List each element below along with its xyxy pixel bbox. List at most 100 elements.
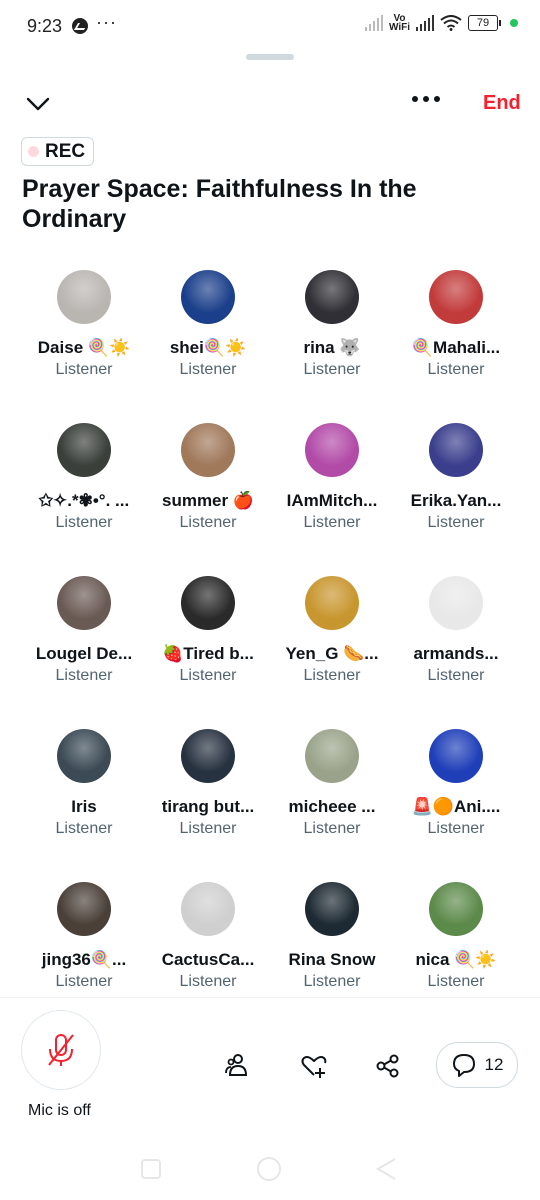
- participant-role: Listener: [55, 361, 113, 378]
- avatar[interactable]: [305, 576, 359, 630]
- participant-name: summer 🍎: [161, 491, 255, 510]
- avatar[interactable]: [181, 576, 235, 630]
- participant-card[interactable]: rina 🐺 Listener: [270, 270, 394, 379]
- avatar[interactable]: [305, 882, 359, 936]
- participant-card[interactable]: jing36🍭... Listener: [22, 882, 146, 991]
- mic-toggle-button[interactable]: [21, 1010, 101, 1090]
- participant-card[interactable]: 🍭Mahali... Listener: [394, 270, 518, 379]
- participant-role: Listener: [179, 514, 237, 531]
- avatar[interactable]: [181, 270, 235, 324]
- sheet-drag-handle[interactable]: [246, 54, 294, 60]
- battery-icon: 79: [468, 15, 501, 31]
- avatar[interactable]: [429, 729, 483, 783]
- participant-name: IAmMitch...: [286, 491, 378, 510]
- avatar[interactable]: [429, 882, 483, 936]
- avatar[interactable]: [181, 423, 235, 477]
- participant-card[interactable]: Erika.Yan... Listener: [394, 423, 518, 532]
- comment-bubble-icon: [452, 1054, 475, 1077]
- home-icon: [257, 1157, 281, 1181]
- avatar[interactable]: [57, 882, 111, 936]
- participant-card[interactable]: 🍓Tired b... Listener: [146, 576, 270, 685]
- participant-role: Listener: [427, 973, 485, 990]
- participant-role: Listener: [303, 514, 361, 531]
- chevron-down-icon[interactable]: [24, 90, 52, 118]
- participant-card[interactable]: CactusCa... Listener: [146, 882, 270, 991]
- participant-name: Daise 🍭☀️: [37, 338, 131, 357]
- participant-role: Listener: [427, 820, 485, 837]
- space-title: Prayer Space: Faithfulness In the Ordina…: [22, 175, 417, 233]
- avatar[interactable]: [305, 729, 359, 783]
- end-button[interactable]: End: [483, 92, 521, 115]
- more-notifications-icon: ···: [96, 12, 117, 32]
- green-indicator-dot: [510, 19, 518, 27]
- participant-name: armands...: [413, 644, 499, 663]
- heart-plus-icon[interactable]: [300, 1052, 328, 1080]
- participant-name: CactusCa...: [161, 950, 255, 969]
- avatar[interactable]: [57, 423, 111, 477]
- status-indicators: Vo WiFi 79: [364, 13, 518, 33]
- participant-role: Listener: [427, 514, 485, 531]
- participant-role: Listener: [179, 667, 237, 684]
- comments-button[interactable]: 12: [436, 1042, 518, 1088]
- signal-icon: [416, 15, 434, 31]
- status-bar: 9:23 ··· Vo WiFi 79: [0, 0, 540, 56]
- back-icon: [376, 1158, 396, 1180]
- participant-role: Listener: [427, 667, 485, 684]
- participant-name: jing36🍭...: [41, 950, 127, 969]
- avatar[interactable]: [57, 576, 111, 630]
- avatar[interactable]: [429, 423, 483, 477]
- participant-card[interactable]: Yen_G 🌭... Listener: [270, 576, 394, 685]
- participant-name: Erika.Yan...: [410, 491, 502, 510]
- rec-badge: REC: [21, 137, 95, 166]
- battery-level: 79: [476, 17, 490, 29]
- recents-icon: [141, 1159, 161, 1179]
- participant-card[interactable]: Rina Snow Listener: [270, 882, 394, 991]
- participant-name: Lougel De...: [35, 644, 133, 663]
- participant-role: Listener: [303, 667, 361, 684]
- participant-card[interactable]: IAmMitch... Listener: [270, 423, 394, 532]
- more-options-icon[interactable]: [412, 96, 440, 102]
- participant-name: 🚨🟠Ani....: [411, 797, 501, 816]
- participant-card[interactable]: summer 🍎 Listener: [146, 423, 270, 532]
- share-icon[interactable]: [374, 1052, 402, 1080]
- avatar[interactable]: [181, 729, 235, 783]
- participant-role: Listener: [303, 361, 361, 378]
- participant-card[interactable]: tirang but... Listener: [146, 729, 270, 838]
- participant-card[interactable]: nica 🍭☀️ Listener: [394, 882, 518, 991]
- avatar[interactable]: [57, 729, 111, 783]
- comment-count: 12: [484, 1055, 504, 1074]
- participant-name: micheee ...: [288, 797, 376, 816]
- participant-name: nica 🍭☀️: [415, 950, 497, 969]
- divider: [0, 997, 540, 998]
- vowifi-label: Vo WiFi: [388, 13, 410, 33]
- participant-card[interactable]: ✩✧.*✾•°. ... Listener: [22, 423, 146, 532]
- participant-name: tirang but...: [161, 797, 255, 816]
- participant-name: shei🍭☀️: [169, 338, 247, 357]
- participant-role: Listener: [55, 973, 113, 990]
- avatar[interactable]: [429, 576, 483, 630]
- rec-label: REC: [45, 140, 86, 162]
- participant-role: Listener: [55, 667, 113, 684]
- participant-role: Listener: [303, 820, 361, 837]
- system-nav-bar: [141, 1157, 396, 1181]
- recording-dot-icon: [28, 146, 39, 157]
- avatar[interactable]: [429, 270, 483, 324]
- people-icon[interactable]: [224, 1051, 252, 1079]
- participant-card[interactable]: Lougel De... Listener: [22, 576, 146, 685]
- participant-card[interactable]: shei🍭☀️ Listener: [146, 270, 270, 379]
- wifi-icon: [440, 15, 462, 31]
- participant-card[interactable]: micheee ... Listener: [270, 729, 394, 838]
- participant-role: Listener: [179, 973, 237, 990]
- avatar[interactable]: [57, 270, 111, 324]
- participant-card[interactable]: Iris Listener: [22, 729, 146, 838]
- avatar[interactable]: [305, 423, 359, 477]
- participant-name: rina 🐺: [303, 338, 361, 357]
- participant-card[interactable]: 🚨🟠Ani.... Listener: [394, 729, 518, 838]
- participant-card[interactable]: Daise 🍭☀️ Listener: [22, 270, 146, 379]
- participant-card[interactable]: armands... Listener: [394, 576, 518, 685]
- avatar[interactable]: [305, 270, 359, 324]
- avatar[interactable]: [181, 882, 235, 936]
- signal-icon: [364, 15, 383, 31]
- participant-name: ✩✧.*✾•°. ...: [38, 491, 130, 510]
- participant-role: Listener: [303, 973, 361, 990]
